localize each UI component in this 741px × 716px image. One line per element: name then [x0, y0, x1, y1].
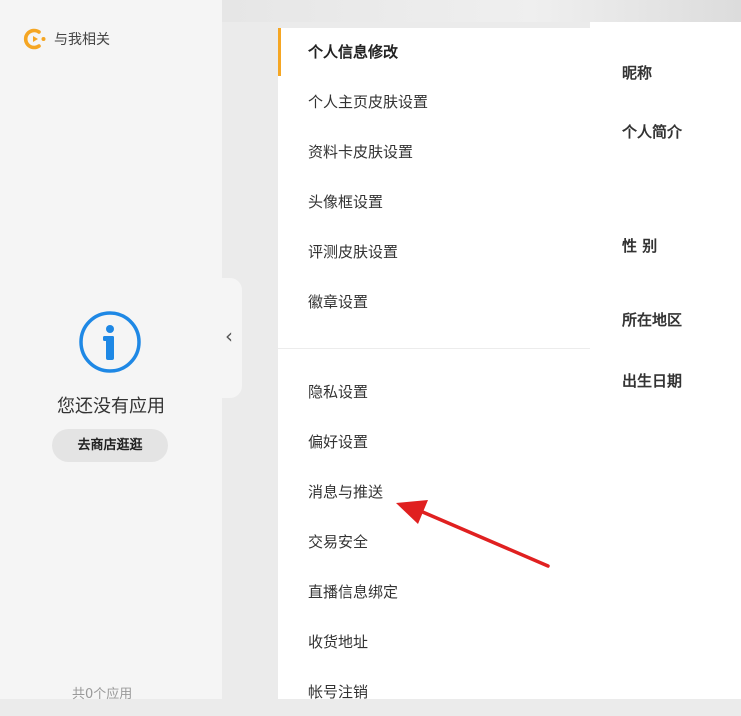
- menu-item-label: 直播信息绑定: [308, 583, 399, 601]
- menu-item-review-skin[interactable]: 评测皮肤设置: [278, 228, 590, 276]
- related-sidebar: 与我相关 您还没有应用 去商店逛逛 共0个应用: [0, 0, 222, 702]
- menu-item-shipping-address[interactable]: 收货地址: [278, 618, 590, 666]
- menu-item-label: 个人主页皮肤设置: [308, 93, 429, 111]
- menu-item-card-skin[interactable]: 资料卡皮肤设置: [278, 128, 590, 176]
- menu-item-label: 帐号注销: [308, 683, 369, 701]
- info-icon: [79, 311, 141, 373]
- settings-menu: 个人信息修改 个人主页皮肤设置 资料卡皮肤设置 头像框设置 评测皮肤设置 徽章设…: [278, 28, 590, 701]
- chevron-left-icon: ‹: [225, 324, 233, 348]
- menu-item-label: 徽章设置: [308, 293, 369, 311]
- bio-label: 个人简介: [622, 123, 683, 141]
- empty-state-text: 您还没有应用: [57, 396, 165, 417]
- menu-item-label: 资料卡皮肤设置: [308, 143, 414, 161]
- menu-item-trade-security[interactable]: 交易安全: [278, 518, 590, 566]
- brand-logo-icon: [23, 28, 46, 50]
- menu-item-label: 隐私设置: [308, 383, 369, 401]
- menu-item-label: 头像框设置: [308, 193, 384, 211]
- menu-divider: [278, 348, 590, 349]
- gender-label: 性 别: [622, 237, 658, 255]
- menu-item-label: 个人信息修改: [308, 43, 399, 61]
- collapse-sidebar-button[interactable]: ‹: [222, 278, 242, 398]
- sidebar-title: 与我相关: [54, 32, 110, 48]
- go-to-store-button[interactable]: 去商店逛逛: [52, 429, 168, 462]
- menu-item-label: 交易安全: [308, 533, 369, 551]
- menu-item-label: 评测皮肤设置: [308, 243, 399, 261]
- menu-item-avatar-frame[interactable]: 头像框设置: [278, 178, 590, 226]
- top-strip: [222, 0, 741, 22]
- menu-item-notifications[interactable]: 消息与推送: [278, 468, 590, 516]
- menu-item-label: 消息与推送: [308, 483, 384, 501]
- menu-item-label: 偏好设置: [308, 433, 369, 451]
- birthday-label: 出生日期: [622, 372, 683, 390]
- region-label: 所在地区: [622, 311, 683, 329]
- menu-item-badge[interactable]: 徽章设置: [278, 278, 590, 326]
- nickname-label: 昵称: [622, 64, 653, 82]
- active-indicator: [278, 28, 281, 76]
- app-count-text: 共0个应用: [72, 687, 133, 702]
- sidebar-header[interactable]: 与我相关: [22, 26, 110, 52]
- menu-item-account-deletion[interactable]: 帐号注销: [278, 668, 590, 716]
- menu-item-profile-edit[interactable]: 个人信息修改: [278, 28, 590, 76]
- profile-form-panel: 昵称 个人简介 性 别 所在地区 出生日期: [590, 22, 741, 699]
- menu-item-preferences[interactable]: 偏好设置: [278, 418, 590, 466]
- menu-item-privacy[interactable]: 隐私设置: [278, 368, 590, 416]
- menu-item-label: 收货地址: [308, 633, 369, 651]
- menu-item-homepage-skin[interactable]: 个人主页皮肤设置: [278, 78, 590, 126]
- menu-item-live-binding[interactable]: 直播信息绑定: [278, 568, 590, 616]
